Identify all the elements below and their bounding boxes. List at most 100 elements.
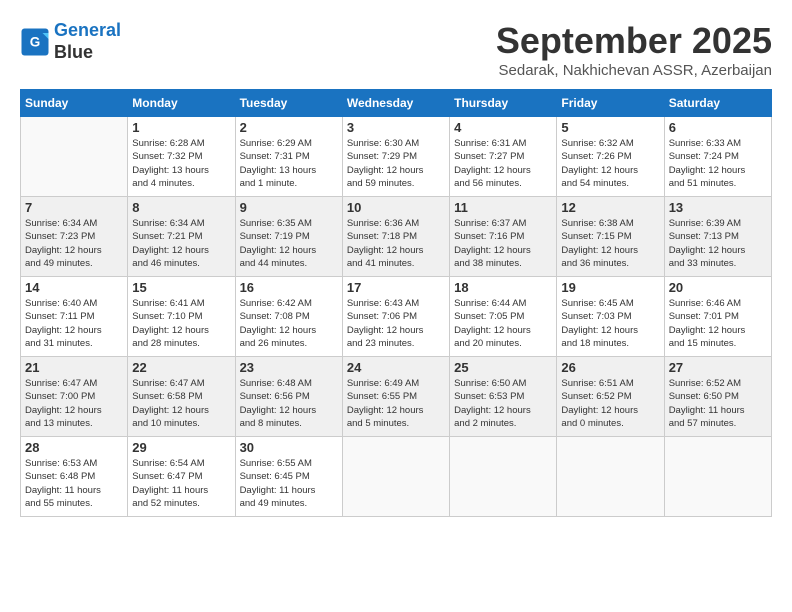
day-info: Sunrise: 6:37 AM Sunset: 7:16 PM Dayligh…: [454, 217, 552, 270]
day-info: Sunrise: 6:28 AM Sunset: 7:32 PM Dayligh…: [132, 137, 230, 190]
day-number: 9: [240, 200, 338, 215]
day-number: 18: [454, 280, 552, 295]
day-number: 24: [347, 360, 445, 375]
calendar-cell: [450, 437, 557, 517]
column-header-sunday: Sunday: [21, 90, 128, 117]
calendar-cell: 16 Sunrise: 6:42 AM Sunset: 7:08 PM Dayli…: [235, 277, 342, 357]
calendar-cell: 21 Sunrise: 6:47 AM Sunset: 7:00 PM Dayli…: [21, 357, 128, 437]
day-info: Sunrise: 6:53 AM Sunset: 6:48 PM Dayligh…: [25, 457, 123, 510]
day-info: Sunrise: 6:29 AM Sunset: 7:31 PM Dayligh…: [240, 137, 338, 190]
day-info: Sunrise: 6:48 AM Sunset: 6:56 PM Dayligh…: [240, 377, 338, 430]
calendar-cell: 13 Sunrise: 6:39 AM Sunset: 7:13 PM Dayli…: [664, 197, 771, 277]
calendar-cell: 10 Sunrise: 6:36 AM Sunset: 7:18 PM Dayli…: [342, 197, 449, 277]
day-info: Sunrise: 6:47 AM Sunset: 7:00 PM Dayligh…: [25, 377, 123, 430]
day-number: 26: [561, 360, 659, 375]
location-title: Sedarak, Nakhichevan ASSR, Azerbaijan: [496, 62, 772, 79]
day-info: Sunrise: 6:36 AM Sunset: 7:18 PM Dayligh…: [347, 217, 445, 270]
day-number: 11: [454, 200, 552, 215]
calendar-cell: 7Sunrise: 6:34 AM Sunset: 7:23 PM Daylig…: [21, 197, 128, 277]
logo-icon: G: [20, 27, 50, 57]
calendar-cell: 18 Sunrise: 6:44 AM Sunset: 7:05 PM Dayli…: [450, 277, 557, 357]
day-info: Sunrise: 6:39 AM Sunset: 7:13 PM Dayligh…: [669, 217, 767, 270]
day-info: Sunrise: 6:42 AM Sunset: 7:08 PM Dayligh…: [240, 297, 338, 350]
day-number: 30: [240, 440, 338, 455]
calendar-cell: 14 Sunrise: 6:40 AM Sunset: 7:11 PM Dayli…: [21, 277, 128, 357]
day-number: 10: [347, 200, 445, 215]
month-title: September 2025: [496, 20, 772, 62]
calendar-cell: 27 Sunrise: 6:52 AM Sunset: 6:50 PM Dayli…: [664, 357, 771, 437]
calendar-cell: 22 Sunrise: 6:47 AM Sunset: 6:58 PM Dayli…: [128, 357, 235, 437]
calendar-cell: 8Sunrise: 6:34 AM Sunset: 7:21 PM Daylig…: [128, 197, 235, 277]
calendar-cell: 24 Sunrise: 6:49 AM Sunset: 6:55 PM Dayli…: [342, 357, 449, 437]
calendar-table: SundayMondayTuesdayWednesdayThursdayFrid…: [20, 89, 772, 517]
logo-text: General Blue: [54, 20, 121, 63]
day-number: 1: [132, 120, 230, 135]
day-info: Sunrise: 6:46 AM Sunset: 7:01 PM Dayligh…: [669, 297, 767, 350]
calendar-cell: 11 Sunrise: 6:37 AM Sunset: 7:16 PM Dayli…: [450, 197, 557, 277]
day-info: Sunrise: 6:55 AM Sunset: 6:45 PM Dayligh…: [240, 457, 338, 510]
day-number: 22: [132, 360, 230, 375]
day-number: 20: [669, 280, 767, 295]
day-info: Sunrise: 6:43 AM Sunset: 7:06 PM Dayligh…: [347, 297, 445, 350]
calendar-cell: 17 Sunrise: 6:43 AM Sunset: 7:06 PM Dayli…: [342, 277, 449, 357]
calendar-cell: 15Sunrise: 6:41 AM Sunset: 7:10 PM Dayli…: [128, 277, 235, 357]
calendar-cell: 25Sunrise: 6:50 AM Sunset: 6:53 PM Dayli…: [450, 357, 557, 437]
day-number: 4: [454, 120, 552, 135]
day-number: 27: [669, 360, 767, 375]
calendar-cell: 28 Sunrise: 6:53 AM Sunset: 6:48 PM Dayli…: [21, 437, 128, 517]
calendar-cell: 9Sunrise: 6:35 AM Sunset: 7:19 PM Daylig…: [235, 197, 342, 277]
calendar-cell: 1 Sunrise: 6:28 AM Sunset: 7:32 PM Daylig…: [128, 117, 235, 197]
day-number: 15: [132, 280, 230, 295]
day-number: 17: [347, 280, 445, 295]
column-header-tuesday: Tuesday: [235, 90, 342, 117]
calendar-cell: 6Sunrise: 6:33 AM Sunset: 7:24 PM Daylig…: [664, 117, 771, 197]
column-header-friday: Friday: [557, 90, 664, 117]
calendar-cell: [342, 437, 449, 517]
logo: G General Blue: [20, 20, 121, 63]
day-info: Sunrise: 6:40 AM Sunset: 7:11 PM Dayligh…: [25, 297, 123, 350]
column-header-wednesday: Wednesday: [342, 90, 449, 117]
calendar-header-row: SundayMondayTuesdayWednesdayThursdayFrid…: [21, 90, 772, 117]
header: G General Blue September 2025 Sedarak, N…: [20, 20, 772, 79]
calendar-cell: 3Sunrise: 6:30 AM Sunset: 7:29 PM Daylig…: [342, 117, 449, 197]
calendar-cell: 29 Sunrise: 6:54 AM Sunset: 6:47 PM Dayli…: [128, 437, 235, 517]
column-header-thursday: Thursday: [450, 90, 557, 117]
calendar-week-row: 7Sunrise: 6:34 AM Sunset: 7:23 PM Daylig…: [21, 197, 772, 277]
calendar-week-row: 28 Sunrise: 6:53 AM Sunset: 6:48 PM Dayli…: [21, 437, 772, 517]
day-number: 7: [25, 200, 123, 215]
calendar-cell: 26 Sunrise: 6:51 AM Sunset: 6:52 PM Dayli…: [557, 357, 664, 437]
day-info: Sunrise: 6:51 AM Sunset: 6:52 PM Dayligh…: [561, 377, 659, 430]
day-info: Sunrise: 6:47 AM Sunset: 6:58 PM Dayligh…: [132, 377, 230, 430]
column-header-monday: Monday: [128, 90, 235, 117]
day-info: Sunrise: 6:44 AM Sunset: 7:05 PM Dayligh…: [454, 297, 552, 350]
day-number: 13: [669, 200, 767, 215]
day-number: 14: [25, 280, 123, 295]
title-area: September 2025 Sedarak, Nakhichevan ASSR…: [496, 20, 772, 79]
day-info: Sunrise: 6:38 AM Sunset: 7:15 PM Dayligh…: [561, 217, 659, 270]
day-number: 19: [561, 280, 659, 295]
calendar-cell: 30 Sunrise: 6:55 AM Sunset: 6:45 PM Dayli…: [235, 437, 342, 517]
day-info: Sunrise: 6:31 AM Sunset: 7:27 PM Dayligh…: [454, 137, 552, 190]
day-info: Sunrise: 6:49 AM Sunset: 6:55 PM Dayligh…: [347, 377, 445, 430]
svg-text:G: G: [30, 34, 41, 49]
calendar-cell: 23 Sunrise: 6:48 AM Sunset: 6:56 PM Dayli…: [235, 357, 342, 437]
day-number: 29: [132, 440, 230, 455]
day-number: 28: [25, 440, 123, 455]
day-info: Sunrise: 6:45 AM Sunset: 7:03 PM Dayligh…: [561, 297, 659, 350]
calendar-cell: 20 Sunrise: 6:46 AM Sunset: 7:01 PM Dayli…: [664, 277, 771, 357]
day-info: Sunrise: 6:54 AM Sunset: 6:47 PM Dayligh…: [132, 457, 230, 510]
calendar-week-row: 14 Sunrise: 6:40 AM Sunset: 7:11 PM Dayli…: [21, 277, 772, 357]
day-number: 2: [240, 120, 338, 135]
calendar-cell: [664, 437, 771, 517]
day-number: 23: [240, 360, 338, 375]
day-number: 12: [561, 200, 659, 215]
day-number: 21: [25, 360, 123, 375]
day-info: Sunrise: 6:50 AM Sunset: 6:53 PM Dayligh…: [454, 377, 552, 430]
day-info: Sunrise: 6:34 AM Sunset: 7:21 PM Dayligh…: [132, 217, 230, 270]
day-number: 16: [240, 280, 338, 295]
calendar-cell: [21, 117, 128, 197]
day-number: 3: [347, 120, 445, 135]
day-info: Sunrise: 6:52 AM Sunset: 6:50 PM Dayligh…: [669, 377, 767, 430]
day-number: 5: [561, 120, 659, 135]
calendar-cell: 5Sunrise: 6:32 AM Sunset: 7:26 PM Daylig…: [557, 117, 664, 197]
